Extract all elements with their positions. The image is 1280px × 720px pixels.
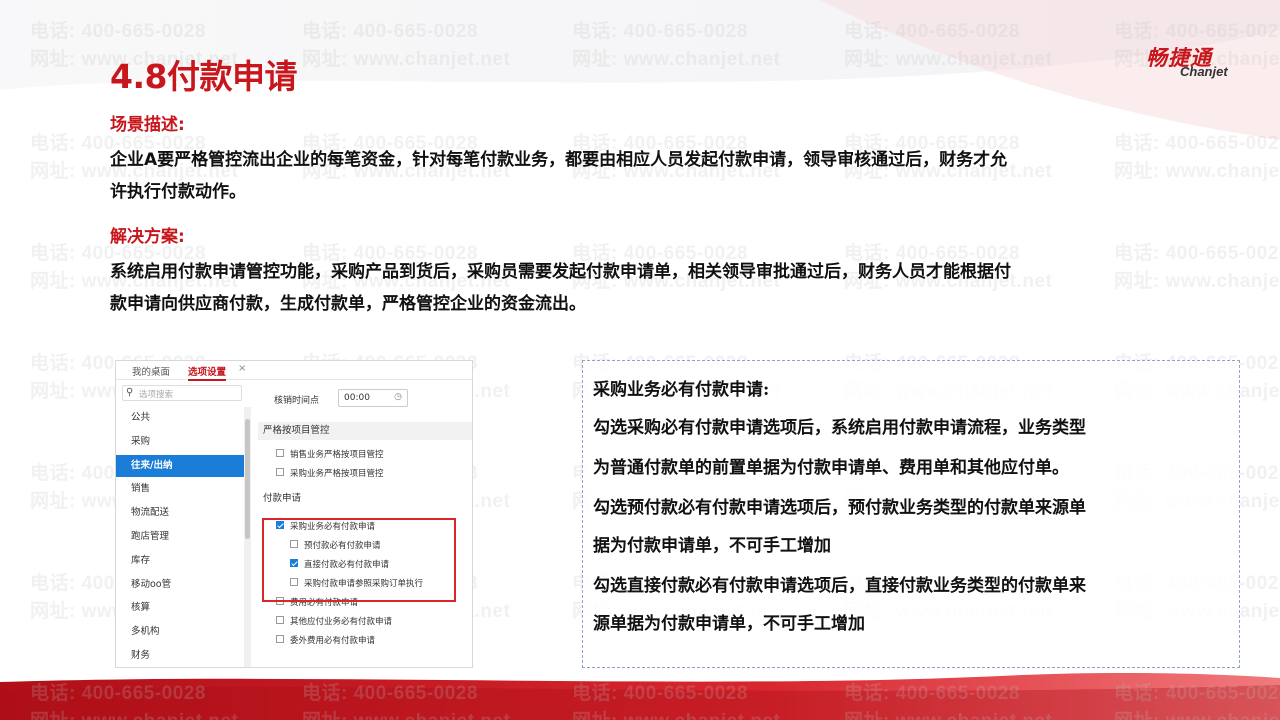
tab-my-desktop[interactable]: 我的桌面 <box>132 364 170 378</box>
company-logo: 畅捷通 Chanjet <box>1140 42 1260 82</box>
watermark-phone: 电话: 400-665-0028 <box>30 683 206 704</box>
time-picker[interactable]: 00:00 ◷ <box>338 389 408 407</box>
scene-line: 企业A要严格管控流出企业的每笔资金，针对每笔付款业务，都要由相应人员发起付款申请… <box>110 150 1008 170</box>
sidebar-item[interactable]: 往来/出纳 <box>116 454 244 477</box>
solution-line: 款申请向供应商付款，生成付款单，严格管控企业的资金流出。 <box>110 294 586 314</box>
scene-description: 企业A要严格管控流出企业的每笔资金，针对每笔付款业务，都要由相应人员发起付款申请… <box>110 144 1240 208</box>
option-label: 采购业务严格按项目管控 <box>290 469 384 479</box>
section-project-control: 严格按项目管控 <box>258 422 472 440</box>
description-line: 采购业务必有付款申请: <box>593 380 770 400</box>
tab-option-settings[interactable]: 选项设置 <box>188 364 227 381</box>
scrollbar-thumb[interactable] <box>245 419 250 539</box>
watermark-phone: 电话: 400-665-0028 <box>302 683 478 704</box>
option-checkbox[interactable] <box>276 635 284 643</box>
settings-screenshot: 我的桌面 选项设置 × ⚲ 选项搜索 公共 采购 往来/出纳 销售 物流配送 跑店管理 库存… <box>115 360 473 668</box>
watermark-text: 电话: 400-665-0028 网址: www.chanjet.net <box>1114 680 1280 720</box>
logo-english-text: Chanjet <box>1180 64 1228 79</box>
time-value: 00:00 <box>344 393 370 403</box>
description-line: 源单据为付款申请单，不可手工增加 <box>593 614 865 634</box>
close-icon[interactable]: × <box>238 363 246 374</box>
sidebar-item[interactable]: 库存 <box>116 550 244 572</box>
solution-heading: 解决方案: <box>110 227 185 247</box>
highlight-box <box>262 518 456 602</box>
tab-bar: 我的桌面 选项设置 × <box>116 361 472 381</box>
sidebar-item[interactable]: 采购 <box>116 431 244 453</box>
description-line: 据为付款申请单，不可手工增加 <box>593 536 831 556</box>
sidebar-item[interactable]: 移动oo管 <box>116 574 244 596</box>
watermark-text: 电话: 400-665-0028 网址: www.chanjet.net <box>844 680 1052 720</box>
search-placeholder: 选项搜索 <box>139 390 174 400</box>
sidebar-item[interactable]: 销售 <box>116 478 244 500</box>
watermark-site: 网址: www.chanjet.net <box>572 708 780 720</box>
time-label: 核销时间点 <box>274 396 320 406</box>
sidebar-item[interactable]: 核算 <box>116 597 244 619</box>
sidebar-item[interactable]: 财务 <box>116 645 244 667</box>
description-line: 勾选采购必有付款申请选项后，系统启用付款申请流程，业务类型 <box>593 418 1086 438</box>
solution-line: 系统启用付款申请管控功能，采购产品到货后，采购员需要发起付款申请单，相关领导审批… <box>110 262 1011 282</box>
option-checkbox[interactable] <box>276 468 284 476</box>
watermark-site: 网址: www.chanjet.net <box>302 49 511 70</box>
sidebar-scrollbar[interactable] <box>244 407 251 667</box>
solution-description: 系统启用付款申请管控功能，采购产品到货后，采购员需要发起付款申请单，相关领导审批… <box>110 256 1240 320</box>
watermark-text: 电话: 400-665-0028 网址: www.chanjet.net <box>572 680 780 720</box>
clock-icon: ◷ <box>394 392 402 402</box>
watermark-text: 电话: 400-665-0028 网址: www.chanjet.net <box>30 680 238 720</box>
watermark-site: 网址: www.chanjet.net <box>30 708 238 720</box>
watermark-phone: 电话: 400-665-0028 <box>1114 683 1280 704</box>
watermark-site: 网址: www.chanjet.net <box>844 49 1053 70</box>
watermark-site: 网址: www.chanjet.net <box>1114 708 1280 720</box>
description-box: 采购业务必有付款申请: 勾选采购必有付款申请选项后，系统启用付款申请流程，业务类型… <box>582 360 1240 668</box>
watermark-text: 电话: 400-665-0028 网址: www.chanjet.net <box>844 18 1052 74</box>
watermark-text: 电话: 400-665-0028 网址: www.chanjet.net <box>572 18 780 74</box>
watermark-phone: 电话: 400-665-0028 <box>572 21 748 42</box>
description-line: 勾选直接付款必有付款申请选项后，直接付款业务类型的付款单来 <box>593 576 1086 596</box>
watermark-text: 电话: 400-665-0028 网址: www.chanjet.net <box>302 680 510 720</box>
watermark-phone: 电话: 400-665-0028 <box>30 21 206 42</box>
page-title: 4.8付款申请 <box>110 57 297 96</box>
section-payment-request: 付款申请 <box>258 490 472 508</box>
option-checkbox[interactable] <box>276 616 284 624</box>
watermark-phone: 电话: 400-665-0028 <box>572 683 748 704</box>
sidebar-item[interactable]: 公共 <box>116 407 244 429</box>
option-label: 销售业务严格按项目管控 <box>290 450 384 460</box>
sidebar-item[interactable]: 跑店管理 <box>116 526 244 548</box>
scene-heading: 场景描述: <box>110 115 185 135</box>
description-line: 为普通付款单的前置单据为付款申请单、费用单和其他应付单。 <box>593 458 1069 478</box>
watermark-site: 网址: www.chanjet.net <box>302 708 510 720</box>
option-label: 委外费用必有付款申请 <box>290 636 376 646</box>
option-checkbox[interactable] <box>276 449 284 457</box>
watermark-phone: 电话: 400-665-0028 <box>302 21 478 42</box>
watermark-site: 网址: www.chanjet.net <box>844 708 1052 720</box>
watermark-phone: 电话: 400-665-0028 <box>844 21 1020 42</box>
scene-line: 许执行付款动作。 <box>110 182 246 202</box>
option-label: 其他应付业务必有付款申请 <box>290 617 393 627</box>
option-search-input[interactable]: ⚲ 选项搜索 <box>122 385 242 401</box>
description-line: 勾选预付款必有付款申请选项后，预付款业务类型的付款单来源单 <box>593 498 1086 518</box>
search-icon: ⚲ <box>126 387 134 398</box>
watermark-site: 网址: www.chanjet.net <box>572 49 781 70</box>
sidebar-item[interactable]: 多机构 <box>116 621 244 643</box>
sidebar-item[interactable]: 物流配送 <box>116 502 244 524</box>
watermark-phone: 电话: 400-665-0028 <box>844 683 1020 704</box>
watermark-text: 电话: 400-665-0028 网址: www.chanjet.net <box>302 18 510 74</box>
